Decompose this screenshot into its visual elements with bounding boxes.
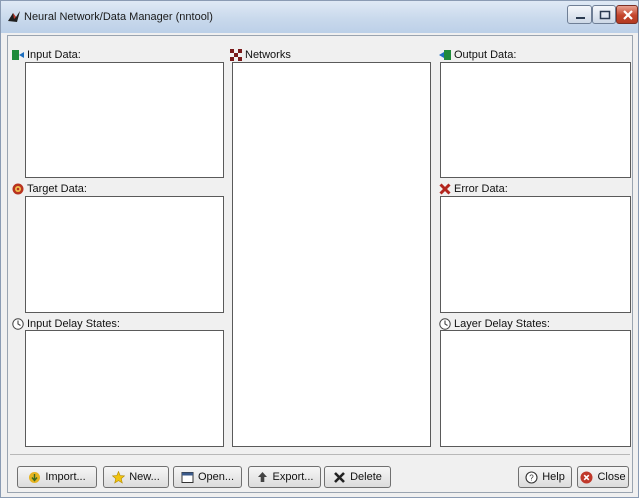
error-x-icon [439,183,451,195]
error-data-list[interactable] [440,196,631,313]
target-icon [12,183,24,195]
layer-delay-states-label: Layer Delay States: [454,318,550,330]
export-button[interactable]: Export... [248,466,321,488]
layer-delay-states-header: Layer Delay States: [439,318,550,330]
open-button[interactable]: Open... [173,466,242,488]
separator-line [10,454,630,455]
open-label: Open... [197,471,235,483]
import-label: Import... [45,471,86,483]
delay-clock-icon [12,318,24,330]
network-icon [230,49,242,61]
close-icon [623,10,633,20]
input-data-list[interactable] [25,62,224,178]
client-area: Input Data: Target Data: Input Delay Sta… [7,35,633,493]
output-data-label: Output Data: [454,49,517,61]
target-data-list[interactable] [25,196,224,313]
input-delay-states-header: Input Delay States: [12,318,120,330]
error-data-label: Error Data: [454,183,508,195]
new-button[interactable]: New... [103,466,169,488]
input-data-icon [12,50,24,60]
help-button[interactable]: ? Help [518,466,572,488]
output-data-list[interactable] [440,62,631,178]
minimize-icon [576,17,585,19]
networks-header: Networks [230,49,291,61]
error-data-header: Error Data: [439,183,508,195]
export-icon [257,471,267,482]
input-delay-states-list[interactable] [25,330,224,447]
delete-x-icon [334,471,346,483]
new-label: New... [129,471,160,483]
layer-delay-states-list[interactable] [440,330,631,447]
input-data-label: Input Data: [27,49,81,61]
minimize-button[interactable] [567,5,592,24]
window-title: Neural Network/Data Manager (nntool) [24,11,213,23]
nntool-window: Neural Network/Data Manager (nntool) Inp… [0,0,639,498]
output-data-header: Output Data: [439,49,516,61]
open-window-icon [181,471,194,483]
networks-label: Networks [245,49,291,61]
input-data-header: Input Data: [12,49,81,61]
maximize-icon [599,10,611,20]
target-data-header: Target Data: [12,183,87,195]
output-data-icon [439,50,451,60]
import-icon [29,471,41,483]
networks-list[interactable] [232,62,431,447]
target-data-label: Target Data: [27,183,87,195]
delete-button[interactable]: Delete [324,466,391,488]
import-button[interactable]: Import... [17,466,97,488]
close-button[interactable]: Close [577,466,629,488]
window-close-button[interactable] [616,5,638,24]
export-label: Export... [272,471,314,483]
maximize-button[interactable] [592,5,616,24]
help-label: Help [542,471,565,483]
delay-clock-icon [439,318,451,330]
new-star-icon [112,470,126,484]
help-icon: ? [525,470,538,484]
close-circle-icon [580,471,593,483]
delete-label: Delete [350,471,382,483]
matlab-logo-icon [8,11,20,22]
input-delay-states-label: Input Delay States: [27,318,120,330]
title-bar[interactable]: Neural Network/Data Manager (nntool) [1,1,638,33]
svg-text:?: ? [529,473,534,482]
close-label: Close [597,471,626,483]
